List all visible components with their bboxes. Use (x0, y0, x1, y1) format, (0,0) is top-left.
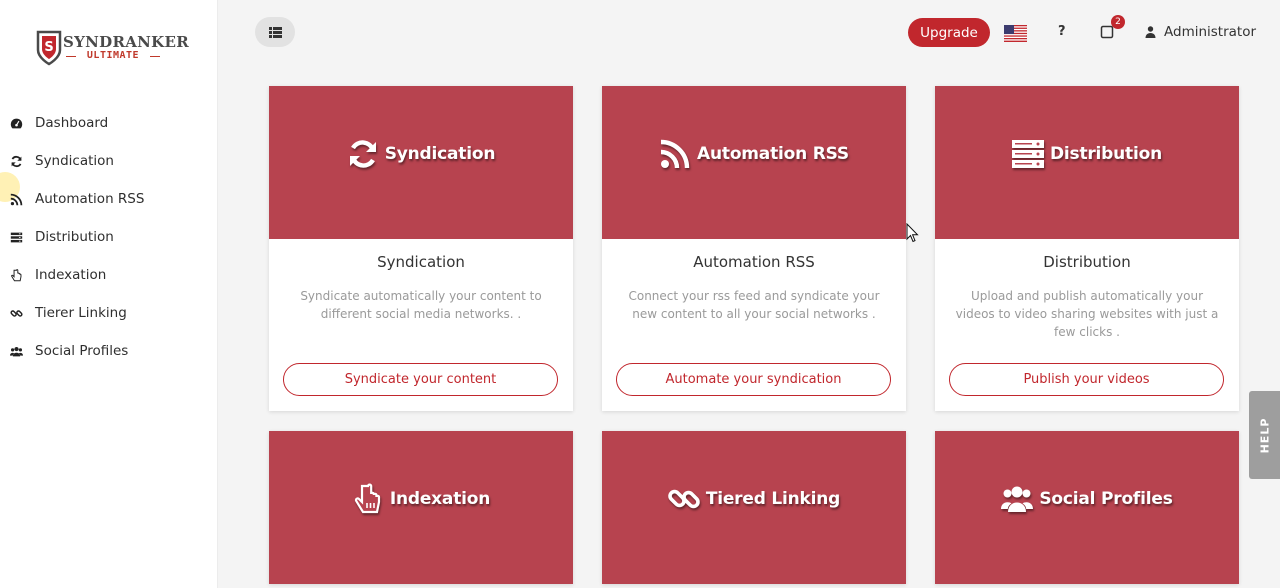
card-body: Syndication Syndicate automatically your… (269, 239, 573, 411)
sidebar-item-label: Indexation (35, 267, 107, 283)
card-description: Upload and publish automatically your vi… (955, 289, 1219, 339)
card-distribution: Distribution Distribution Upload and pub… (935, 86, 1239, 411)
card-title: Distribution (1043, 253, 1131, 271)
notification-badge: 2 (1111, 15, 1125, 29)
rss-icon (660, 139, 690, 168)
card-header[interactable]: Automation RSS (602, 86, 906, 239)
notification-icon[interactable] (1100, 25, 1114, 39)
user-menu[interactable]: Administrator (1145, 24, 1256, 40)
refresh-icon (349, 139, 376, 168)
card-body: Distribution Upload and publish automati… (935, 239, 1239, 411)
sidebar: S SYNDRANKER ULTIMATE Dashboard Syndicat… (0, 0, 218, 588)
sidebar-item-indexation[interactable]: Indexation (0, 256, 218, 294)
automate-syndication-button[interactable]: Automate your syndication (616, 363, 891, 396)
card-social-profiles: Social Profiles (935, 431, 1239, 584)
sidebar-item-tierer-linking[interactable]: Tierer Linking (0, 294, 218, 332)
sidebar-item-automation-rss[interactable]: Automation RSS (0, 180, 218, 218)
card-header-title: Syndication (384, 143, 496, 164)
user-icon (1145, 26, 1156, 38)
card-header-title: Tiered Linking (705, 488, 841, 509)
card-header-title: Automation RSS (697, 143, 849, 164)
users-icon (9, 344, 23, 358)
shield-logo-icon: S (36, 30, 62, 66)
card-header[interactable]: Social Profiles (935, 431, 1239, 584)
sidebar-item-syndication[interactable]: Syndication (0, 142, 218, 180)
sidebar-item-social-profiles[interactable]: Social Profiles (0, 332, 218, 370)
publish-videos-button[interactable]: Publish your videos (949, 363, 1224, 396)
card-title: Automation RSS (693, 253, 815, 271)
user-name: Administrator (1164, 24, 1257, 40)
rss-icon (9, 192, 23, 206)
us-flag-icon[interactable] (1004, 25, 1027, 42)
brand-logo[interactable]: S SYNDRANKER ULTIMATE (36, 30, 189, 70)
brand-name: SYNDRANKER (63, 33, 190, 51)
card-header[interactable]: Syndication (269, 86, 573, 239)
sidebar-item-label: Distribution (35, 229, 114, 245)
sidebar-nav: Dashboard Syndication Automation RSS Dis… (0, 104, 218, 370)
sidebar-item-dashboard[interactable]: Dashboard (0, 104, 218, 142)
card-title: Syndication (377, 253, 465, 271)
sidebar-item-label: Syndication (35, 153, 114, 169)
card-tiered-linking: Tiered Linking (602, 431, 906, 584)
sidebar-item-distribution[interactable]: Distribution (0, 218, 218, 256)
svg-text:S: S (44, 40, 53, 55)
card-syndication: Syndication Syndication Syndicate automa… (269, 86, 573, 411)
menu-toggle-button[interactable] (255, 17, 295, 47)
card-body: Automation RSS Connect your rss feed and… (602, 239, 906, 411)
sidebar-item-label: Social Profiles (35, 343, 129, 359)
users-icon (1001, 486, 1034, 512)
pointer-hand-icon (9, 268, 23, 282)
card-description: Syndicate automatically your content to … (300, 289, 542, 321)
card-header[interactable]: Tiered Linking (602, 431, 906, 584)
dashboard-icon (9, 116, 23, 130)
sidebar-item-label: Automation RSS (35, 191, 145, 207)
list-icon (268, 26, 282, 38)
syndicate-content-button[interactable]: Syndicate your content (283, 363, 558, 396)
server-icon (9, 230, 23, 244)
refresh-icon (9, 154, 23, 168)
card-header-title: Indexation (389, 488, 491, 509)
pointer-hand-icon (354, 483, 380, 513)
server-icon (1011, 139, 1044, 168)
help-icon[interactable]: ? (1058, 24, 1066, 39)
help-tab-button[interactable]: HELP (1249, 391, 1280, 479)
card-automation-rss: Automation RSS Automation RSS Connect yo… (602, 86, 906, 411)
help-tab-label: HELP (1258, 417, 1272, 453)
mouse-cursor-icon (906, 223, 919, 243)
brand-tagline: ULTIMATE (66, 50, 160, 61)
link-icon (9, 306, 23, 320)
sidebar-item-label: Tierer Linking (35, 305, 127, 321)
card-header-title: Distribution (1049, 143, 1162, 164)
link-icon (668, 489, 700, 508)
card-description: Connect your rss feed and syndicate your… (628, 289, 880, 321)
card-header[interactable]: Distribution (935, 86, 1239, 239)
sidebar-item-label: Dashboard (35, 115, 109, 131)
card-header[interactable]: Indexation (269, 431, 573, 584)
upgrade-button[interactable]: Upgrade (908, 18, 990, 47)
card-header-title: Social Profiles (1039, 488, 1173, 509)
card-indexation: Indexation (269, 431, 573, 584)
